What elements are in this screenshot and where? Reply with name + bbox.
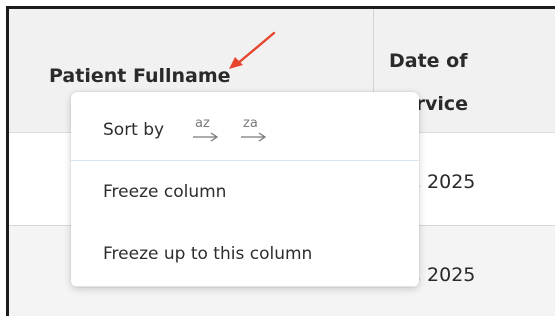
- sort-az-icon[interactable]: az: [191, 116, 221, 146]
- column-context-menu: Sort by az za Freeze column Freeze up to: [71, 92, 419, 287]
- arrow-right-icon: [241, 132, 267, 142]
- menu-divider: [71, 286, 419, 287]
- red-arrow-icon: [229, 31, 276, 69]
- menu-item-freeze-up-to-this-column[interactable]: Freeze up to this column: [71, 223, 419, 287]
- column-header-patient-fullname[interactable]: Patient Fullname: [49, 65, 231, 87]
- screenshot-frame: Patient Fullname Date of Service r 4, 20…: [0, 0, 555, 316]
- arrow-right-icon: [193, 132, 219, 142]
- menu-item-freeze-column[interactable]: Freeze column: [71, 161, 419, 223]
- sort-za-icon[interactable]: za: [239, 116, 269, 146]
- menu-item-sort-by: Sort by az za: [71, 92, 419, 161]
- sort-by-label: Sort by: [103, 120, 165, 140]
